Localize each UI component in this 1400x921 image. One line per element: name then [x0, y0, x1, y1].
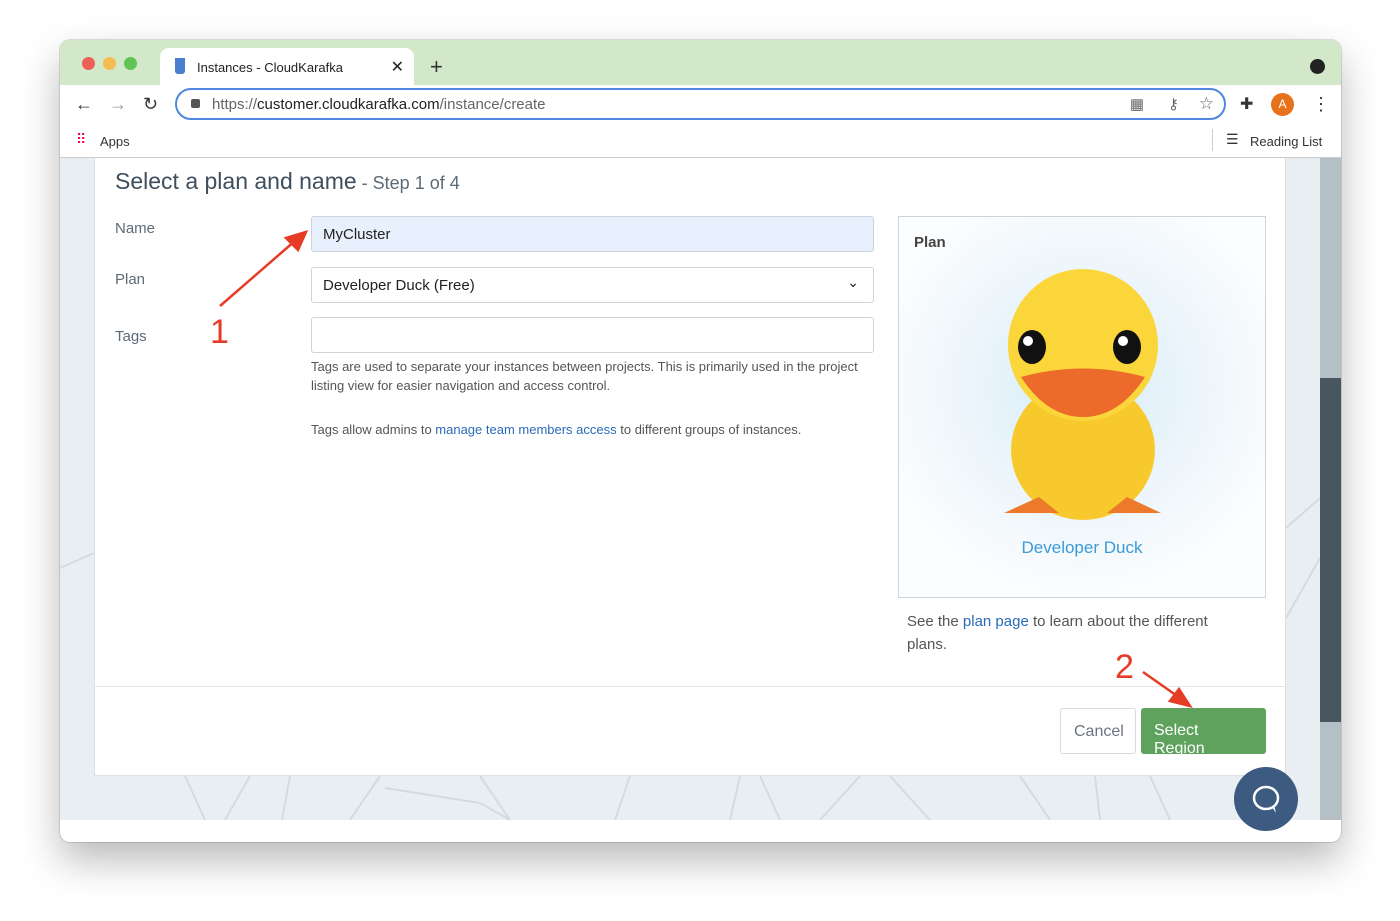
tab-title: Instances - CloudKarafka — [197, 60, 343, 75]
reading-list-button[interactable]: Reading List — [1250, 134, 1322, 149]
maximize-window-button[interactable] — [124, 57, 137, 70]
browser-window: Instances - CloudKarafka ✕ + ← → ↻ https… — [60, 40, 1341, 842]
url-path: /instance/create — [439, 96, 546, 113]
tab-search-icon[interactable] — [1310, 59, 1325, 74]
lock-icon — [191, 99, 200, 108]
star-icon[interactable]: ☆ — [1199, 94, 1214, 114]
flask-icon — [175, 58, 185, 74]
apps-grid-icon: ⠿ — [76, 131, 87, 147]
annotation-arrows — [219, 230, 1193, 708]
avatar[interactable]: A — [1271, 93, 1294, 116]
key-icon[interactable]: ⚷ — [1168, 95, 1179, 113]
back-icon[interactable]: ← — [75, 94, 93, 115]
page-content: Select a plan and name - Step 1 of 4 Nam… — [60, 158, 1320, 820]
toolbar: ← → ↻ https://customer.cloudkarafka.com/… — [60, 85, 1341, 125]
bookmarks-bar: ⠿ Apps ☰ Reading List — [60, 125, 1341, 158]
url-host: customer.cloudkarafka.com — [257, 96, 440, 113]
tab-instances[interactable]: Instances - CloudKarafka ✕ — [160, 48, 414, 85]
close-window-button[interactable] — [82, 57, 95, 70]
extensions-icon[interactable]: ✚ — [1240, 94, 1253, 114]
forward-icon[interactable]: → — [109, 94, 127, 115]
scrollbar-thumb[interactable] — [1320, 378, 1341, 722]
address-bar[interactable]: https://customer.cloudkarafka.com/instan… — [175, 88, 1226, 120]
apps-bookmark[interactable]: Apps — [100, 134, 130, 149]
url-prefix: https:// — [212, 96, 258, 113]
chat-bubble-icon — [1252, 785, 1280, 813]
annotation-2: 2 — [1115, 648, 1134, 686]
menu-icon[interactable]: ⋮ — [1312, 94, 1330, 115]
chat-button[interactable] — [1234, 767, 1298, 831]
new-tab-button[interactable]: + — [430, 54, 443, 80]
reload-icon[interactable]: ↻ — [143, 94, 158, 115]
reading-list-icon: ☰ — [1226, 131, 1239, 147]
qr-icon[interactable]: ▦ — [1130, 95, 1144, 113]
scrollbar[interactable] — [1320, 158, 1341, 820]
minimize-window-button[interactable] — [103, 57, 116, 70]
tab-bar: Instances - CloudKarafka ✕ + — [60, 40, 1341, 85]
annotation-1: 1 — [210, 313, 229, 351]
close-tab-icon[interactable]: ✕ — [391, 57, 404, 77]
